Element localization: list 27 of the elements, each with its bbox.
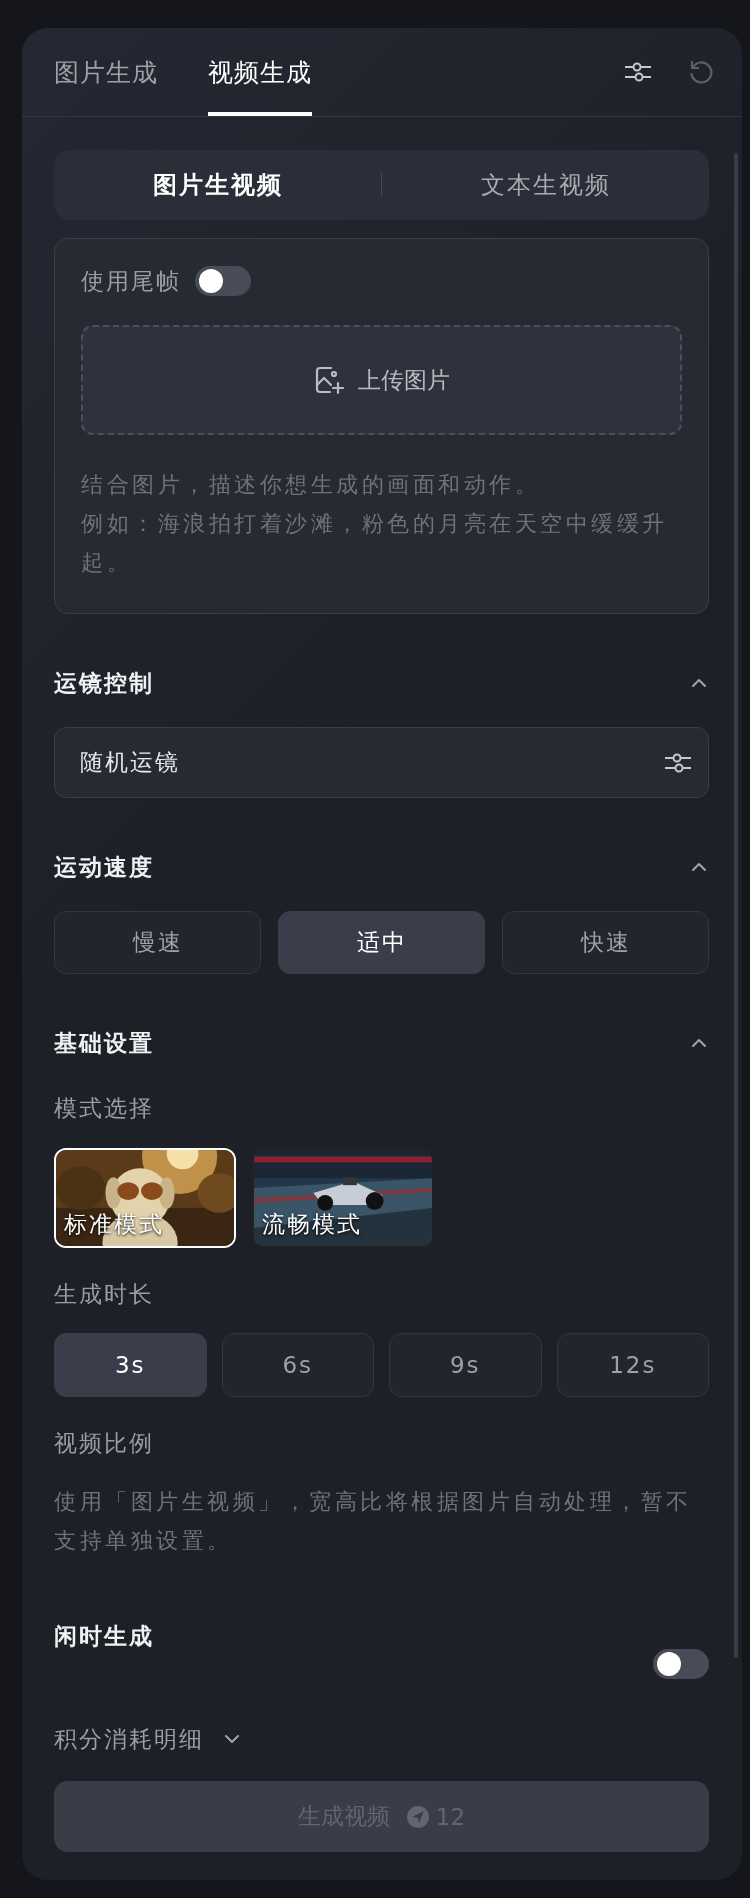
speed-option[interactable]: 慢速 [54,911,261,974]
field-label: 视频比例 [54,1429,155,1458]
toggle-label: 使用尾帧 [81,266,181,296]
ratio-note: 使用「图片生视频」，宽高比将根据图片自动处理，暂不支持单独设置。 [54,1488,693,1555]
cost-details-link[interactable]: 积分消耗明细 [54,1723,204,1755]
mode-card[interactable]: 流畅模式 [252,1148,434,1248]
segment-tab[interactable]: 文本生视频 [382,150,709,220]
duration-option[interactable]: 3s [54,1333,207,1397]
upload-button[interactable]: 上传图片 [81,325,682,435]
tab[interactable]: 视频生成 [208,28,312,116]
prompt-field[interactable]: 结合图片，描述你想生成的画面和动作。 例如：海浪拍打着沙滩，粉色的月亮在天空中缓缓升起。 [81,465,682,582]
section-title: 运镜控制 [54,668,154,698]
tab[interactable]: 图片生成 [54,28,158,116]
speed-option[interactable]: 快速 [502,911,709,974]
section-title: 运动速度 [54,852,154,882]
select-value: 随机运镜 [80,748,180,777]
field-label: 模式选择 [54,1094,155,1123]
speed-option[interactable]: 适中 [278,911,485,974]
section-title: 基础设置 [54,1028,154,1058]
duration-option[interactable]: 6s [221,1333,374,1397]
section-title: 闲时生成 [54,1622,154,1651]
camera-select[interactable]: 随机运镜 [54,727,709,798]
field-label: 生成时长 [54,1280,155,1309]
duration-option[interactable]: 9s [389,1333,542,1397]
segment-tab[interactable]: 图片生视频 [54,150,381,220]
duration-option[interactable]: 12s [556,1333,709,1397]
mode-card[interactable]: 标准模式 [54,1148,236,1248]
